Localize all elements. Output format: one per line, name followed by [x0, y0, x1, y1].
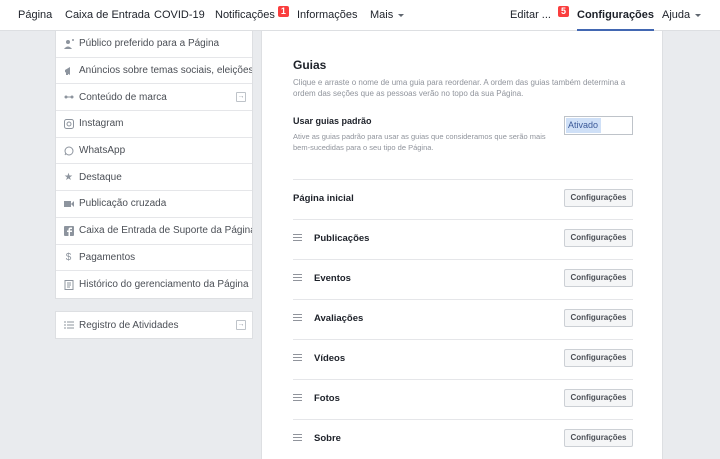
sidebar-item-crossposting[interactable]: Publicação cruzada	[56, 191, 252, 218]
video-icon	[63, 198, 74, 209]
sidebar-item-political-ads[interactable]: Anúncios sobre temas sociais, eleições o…	[56, 58, 252, 85]
sidebar-item-branded-content[interactable]: Conteúdo de marca →	[56, 84, 252, 112]
nav-tab-label: Ajuda	[662, 9, 691, 21]
tab-row-posts[interactable]: Publicações Configurações	[293, 219, 633, 259]
nav-tab-help[interactable]: Ajuda	[662, 0, 702, 31]
tab-settings-button[interactable]: Configurações	[564, 309, 633, 327]
standard-tabs-title: Usar guias padrão	[293, 116, 372, 126]
sidebar-item-support-inbox[interactable]: Caixa de Entrada de Suporte da Página	[56, 218, 252, 245]
standard-tabs-description: Ative as guias padrão para usar as guias…	[293, 132, 546, 152]
tab-name: Avaliações	[314, 313, 364, 324]
sidebar-item-instagram[interactable]: Instagram	[56, 111, 252, 138]
sidebar-item-label: Destaque	[79, 171, 122, 183]
tabs-description: Clique e arraste o nome de uma guia para…	[293, 78, 626, 98]
nav-tab-label: Mais	[370, 9, 394, 21]
tab-name: Sobre	[314, 433, 341, 444]
sidebar-item-label: Anúncios sobre temas sociais, eleições o…	[79, 65, 252, 77]
sidebar-item-page-history[interactable]: Histórico do gerenciamento da Página	[56, 271, 252, 298]
instagram-icon	[63, 118, 74, 129]
page-title: Guias	[293, 58, 327, 72]
list-icon	[63, 320, 74, 331]
standard-tabs-value: Ativado	[566, 118, 601, 133]
tab-row-reviews[interactable]: Avaliações Configurações	[293, 299, 633, 339]
history-icon	[63, 279, 74, 290]
nav-tab-label: COVID-19	[154, 9, 205, 21]
nav-tab-label: Editar ...	[510, 9, 551, 21]
nav-tab-edit[interactable]: Editar ... 5	[510, 0, 569, 31]
tab-settings-button[interactable]: Configurações	[564, 189, 633, 207]
tab-row-about[interactable]: Sobre Configurações	[293, 419, 633, 459]
drag-handle-icon[interactable]	[293, 274, 302, 282]
edit-badge: 5	[557, 6, 569, 17]
audience-icon	[63, 38, 74, 49]
nav-tab-insights[interactable]: Informações	[297, 0, 358, 31]
tab-settings-button[interactable]: Configurações	[564, 389, 633, 407]
notification-badge: 1	[277, 6, 289, 17]
top-navigation-bar: Página Caixa de Entrada COVID-19 Notific…	[0, 0, 720, 31]
open-external-icon: →	[236, 320, 246, 330]
drag-handle-icon[interactable]	[293, 354, 302, 362]
sidebar-item-label: Registro de Atividades	[79, 319, 179, 331]
tab-settings-button[interactable]: Configurações	[564, 429, 633, 447]
tab-name: Fotos	[314, 393, 340, 404]
sidebar-item-label: Pagamentos	[79, 251, 136, 263]
standard-tabs-select[interactable]: Ativado	[564, 116, 633, 135]
nav-tab-covid[interactable]: COVID-19	[154, 0, 205, 31]
tab-settings-button[interactable]: Configurações	[564, 269, 633, 287]
tab-name: Página inicial	[293, 193, 354, 204]
sidebar-item-label: WhatsApp	[79, 145, 126, 157]
sidebar-item-audience[interactable]: Público preferido para a Página	[56, 31, 252, 58]
handshake-icon	[63, 92, 74, 103]
facebook-icon	[63, 225, 74, 236]
settings-sidebar: Público preferido para a Página Anúncios…	[55, 31, 253, 299]
nav-tab-more[interactable]: Mais	[370, 0, 405, 31]
dollar-icon: $	[65, 251, 72, 263]
drag-handle-icon[interactable]	[293, 314, 302, 322]
nav-tab-label: Caixa de Entrada	[65, 9, 150, 21]
nav-tab-label: Configurações	[577, 9, 655, 21]
drag-handle-icon[interactable]	[293, 234, 302, 242]
drag-handle-icon[interactable]	[293, 434, 302, 442]
nav-tab-label: Notificações	[215, 9, 275, 21]
sidebar-item-payments[interactable]: $ Pagamentos	[56, 245, 252, 272]
tab-name: Vídeos	[314, 353, 346, 364]
tab-name: Eventos	[314, 273, 351, 284]
sidebar-item-label: Público preferido para a Página	[79, 38, 220, 50]
nav-tab-settings[interactable]: Configurações	[577, 0, 655, 31]
tab-row-events[interactable]: Eventos Configurações	[293, 259, 633, 299]
drag-handle-icon[interactable]	[293, 394, 302, 402]
tab-settings-button[interactable]: Configurações	[564, 229, 633, 247]
tab-name: Publicações	[314, 233, 370, 244]
nav-tab-notifications[interactable]: Notificações 1	[215, 0, 289, 31]
sidebar-item-whatsapp[interactable]: WhatsApp	[56, 138, 252, 165]
sidebar-item-label: Histórico do gerenciamento da Página	[79, 279, 249, 291]
sidebar-item-label: Caixa de Entrada de Suporte da Página	[79, 225, 252, 237]
caret-down-icon	[398, 13, 405, 17]
open-external-icon: →	[236, 92, 246, 103]
tabs-settings-panel: Guias Clique e arraste o nome de uma gui…	[261, 31, 663, 459]
sidebar-item-label: Instagram	[79, 118, 124, 130]
nav-tab-inbox[interactable]: Caixa de Entrada	[65, 0, 150, 31]
sidebar-item-activity-log[interactable]: Registro de Atividades →	[55, 311, 253, 339]
tab-row-videos[interactable]: Vídeos Configurações	[293, 339, 633, 379]
tab-row-home: Página inicial Configurações	[293, 179, 633, 219]
tab-row-photos[interactable]: Fotos Configurações	[293, 379, 633, 419]
whatsapp-icon	[63, 145, 74, 156]
star-icon: ★	[64, 171, 73, 183]
nav-tab-label: Informações	[297, 9, 358, 21]
sidebar-item-label: Publicação cruzada	[79, 198, 167, 210]
tab-settings-button[interactable]: Configurações	[564, 349, 633, 367]
nav-tab-label: Página	[18, 9, 53, 21]
sidebar-item-featured[interactable]: ★ Destaque	[56, 164, 252, 192]
megaphone-icon	[63, 65, 74, 76]
caret-down-icon	[695, 13, 702, 17]
nav-tab-pagina[interactable]: Página	[18, 0, 52, 31]
sidebar-item-label: Conteúdo de marca	[79, 91, 167, 103]
